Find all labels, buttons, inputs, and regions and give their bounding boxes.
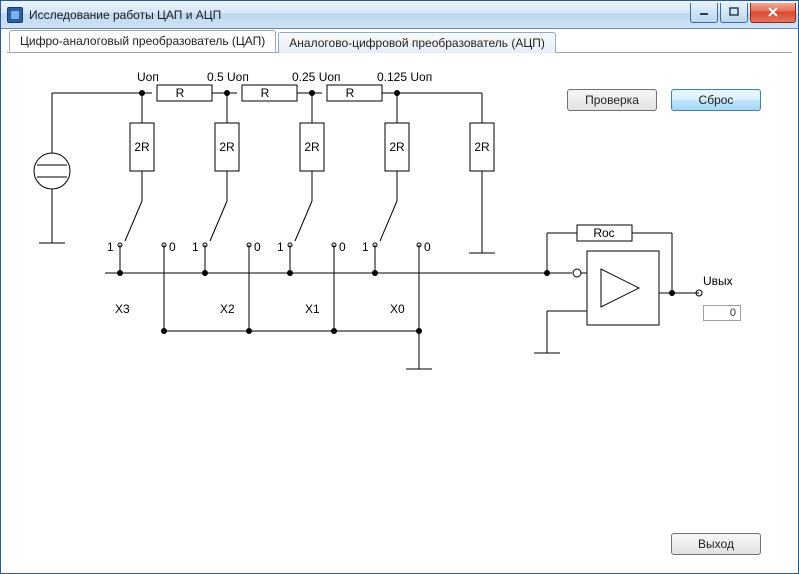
label-r1: R (176, 86, 185, 100)
label-x2: X2 (220, 302, 235, 316)
minimize-button[interactable] (690, 3, 718, 23)
sw4-1: 1 (362, 240, 369, 254)
tab-dac[interactable]: Цифро-аналоговый преобразователь (ЦАП) (9, 30, 276, 52)
label-2r-5: 2R (474, 140, 490, 154)
circuit-diagram: Uоп 0.5 Uоп 0.25 Uоп 0.125 Uоп R R (7, 53, 794, 569)
tab-adc[interactable]: Аналогово-цифровой преобразователь (АЦП) (278, 32, 556, 53)
label-2r-3: 2R (304, 140, 320, 154)
label-2r-4: 2R (389, 140, 405, 154)
label-x1: X1 (305, 302, 320, 316)
label-uout: Uвых (703, 274, 733, 288)
sw1-1: 1 (107, 240, 114, 254)
window-title: Исследование работы ЦАП и АЦП (29, 8, 221, 22)
label-roc: Roc (593, 226, 614, 240)
tab-content-dac: Проверка Сброс Выход 0 Uоп 0.5 Uоп 0.25 … (7, 53, 792, 567)
label-2r-2: 2R (219, 140, 235, 154)
label-0125u: 0.125 Uоп (377, 70, 432, 84)
close-button[interactable] (750, 3, 796, 23)
sw4-0: 0 (424, 240, 431, 254)
label-2r-1: 2R (134, 140, 150, 154)
sw3-0: 0 (339, 240, 346, 254)
maximize-button[interactable] (720, 3, 748, 23)
app-icon (7, 7, 23, 23)
label-05u: 0.5 Uоп (207, 70, 249, 84)
sw2-1: 1 (192, 240, 199, 254)
label-025u: 0.25 Uоп (292, 70, 341, 84)
tab-adc-label: Аналогово-цифровой преобразователь (АЦП) (289, 36, 545, 50)
label-r2: R (261, 86, 270, 100)
sw1-0: 0 (169, 240, 176, 254)
app-window: Исследование работы ЦАП и АЦП Цифро-анал… (0, 0, 799, 574)
label-r3: R (346, 86, 355, 100)
label-uop: Uоп (137, 70, 159, 84)
sw3-1: 1 (277, 240, 284, 254)
tab-dac-label: Цифро-аналоговый преобразователь (ЦАП) (20, 34, 265, 48)
client-area: Цифро-аналоговый преобразователь (ЦАП) А… (7, 31, 792, 567)
titlebar: Исследование работы ЦАП и АЦП (1, 1, 798, 29)
label-x0: X0 (390, 302, 405, 316)
label-x3: X3 (115, 302, 130, 316)
sw2-0: 0 (254, 240, 261, 254)
tabstrip: Цифро-аналоговый преобразователь (ЦАП) А… (7, 31, 792, 53)
window-buttons (688, 3, 796, 23)
